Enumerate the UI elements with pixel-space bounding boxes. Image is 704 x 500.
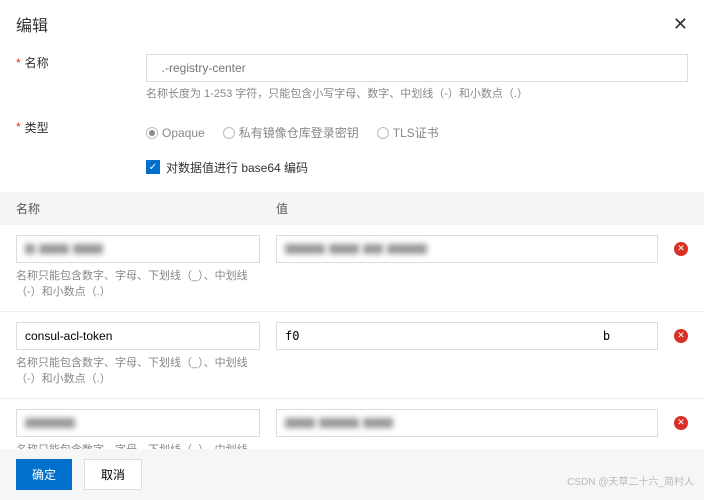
key-input[interactable] — [16, 235, 260, 263]
value-input[interactable] — [276, 409, 658, 437]
col-header-name: 名称 — [16, 200, 276, 217]
delete-row-icon[interactable]: ✕ — [674, 416, 688, 430]
cancel-button[interactable]: 取消 — [84, 459, 142, 490]
name-hint: 名称长度为 1-253 字符，只能包含小写字母、数字、中划线（-）和小数点（.） — [146, 86, 688, 103]
name-input[interactable] — [146, 54, 688, 82]
delete-row-icon[interactable]: ✕ — [674, 329, 688, 343]
close-icon[interactable]: ✕ — [673, 14, 688, 35]
key-input[interactable] — [16, 322, 260, 350]
base64-label: 对数据值进行 base64 编码 — [166, 159, 308, 176]
dialog-title: 编辑 — [16, 12, 48, 36]
col-header-value: 值 — [276, 200, 688, 217]
key-input[interactable] — [16, 409, 260, 437]
radio-opaque[interactable]: Opaque — [146, 126, 205, 140]
key-hint: 名称只能包含数字、字母、下划线（_）、中划线（-）和小数点（.） — [16, 268, 260, 301]
value-input[interactable] — [276, 322, 658, 350]
watermark: CSDN @天草二十六_简村人 — [567, 473, 694, 488]
delete-row-icon[interactable]: ✕ — [674, 242, 688, 256]
radio-tls[interactable]: TLS证书 — [377, 124, 439, 141]
key-hint: 名称只能包含数字、字母、下划线（_）、中划线（-）和小数点（.） — [16, 355, 260, 388]
type-label: *类型 — [16, 119, 146, 136]
name-label: *名称 — [16, 54, 146, 71]
base64-checkbox[interactable]: ✓ — [146, 160, 160, 174]
radio-private-registry[interactable]: 私有镜像仓库登录密钥 — [223, 124, 359, 141]
value-input[interactable] — [276, 235, 658, 263]
ok-button[interactable]: 确定 — [16, 459, 72, 490]
